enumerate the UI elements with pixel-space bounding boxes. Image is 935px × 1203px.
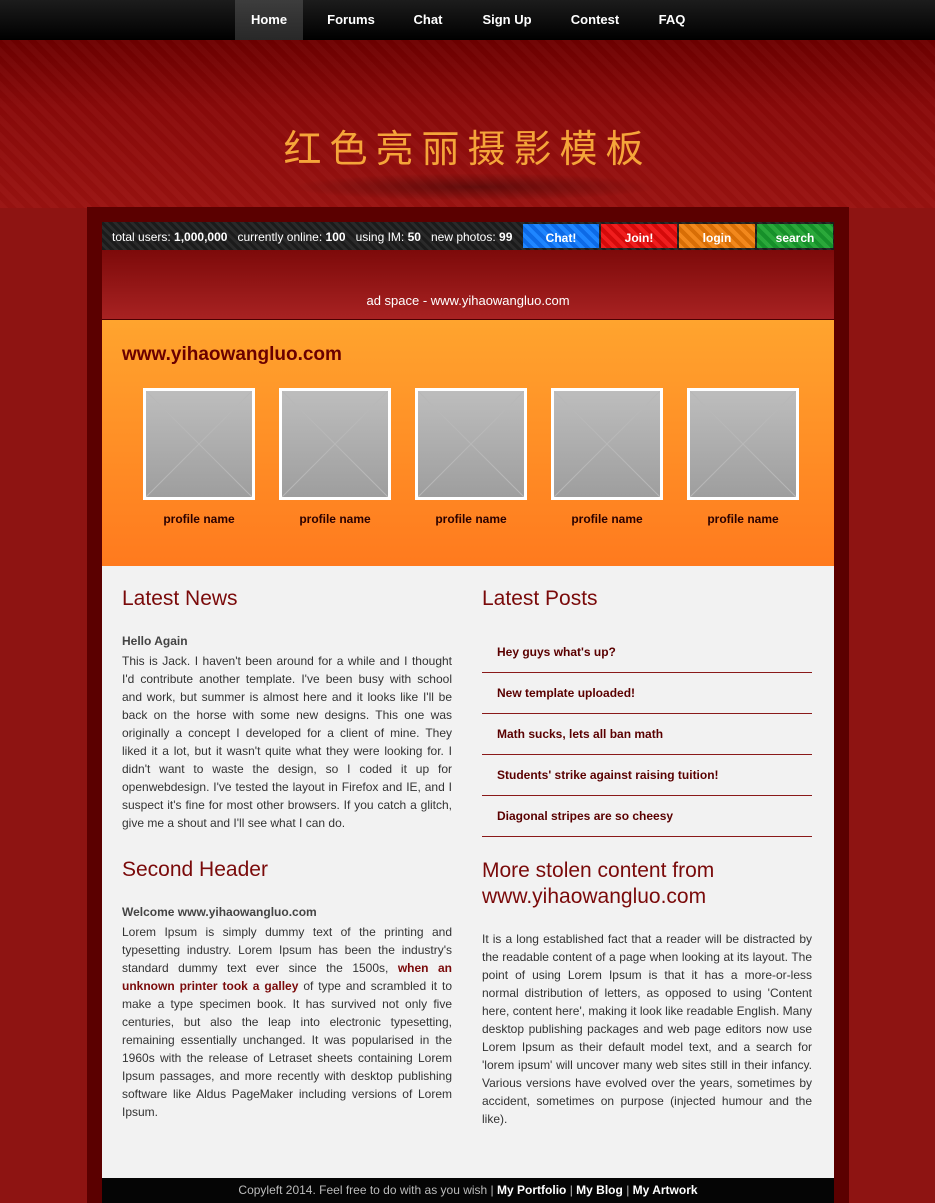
nav-item-chat[interactable]: Chat bbox=[404, 0, 452, 40]
total-users-value: 1,000,000 bbox=[174, 230, 228, 244]
chat-button[interactable]: Chat! bbox=[523, 224, 599, 248]
im-label: using IM: bbox=[355, 230, 405, 244]
online-label: currently online: bbox=[237, 230, 323, 244]
ad-text: ad space - www.yihaowangluo.com bbox=[366, 293, 570, 308]
stats-bar: total users: 1,000,000 currently online:… bbox=[102, 222, 834, 250]
profile-name[interactable]: profile name bbox=[279, 512, 391, 526]
footer-separator: | bbox=[626, 1183, 630, 1197]
profile-name[interactable]: profile name bbox=[551, 512, 663, 526]
footer-separator: | bbox=[569, 1183, 573, 1197]
news-subheading: Hello Again bbox=[122, 634, 188, 648]
nav-item-faq[interactable]: FAQ bbox=[648, 0, 696, 40]
profile-name[interactable]: profile name bbox=[415, 512, 527, 526]
stats-text: total users: 1,000,000 currently online:… bbox=[112, 222, 512, 250]
total-users-label: total users: bbox=[112, 230, 171, 244]
profile-name[interactable]: profile name bbox=[687, 512, 799, 526]
more-content-heading: More stolen content from www.yihaowanglu… bbox=[482, 859, 715, 908]
second-subheading: Welcome www.yihaowangluo.com bbox=[122, 905, 317, 919]
site-header: 红色亮丽摄影模板 bbox=[0, 40, 935, 208]
join-button[interactable]: Join! bbox=[601, 224, 677, 248]
content-area: Latest News Hello Again This is Jack. I … bbox=[102, 566, 834, 1178]
copyright-text: Copyleft 2014. Feel free to do with as y… bbox=[238, 1183, 494, 1197]
latest-posts-heading: Latest Posts bbox=[482, 587, 598, 610]
posts-list: Hey guys what's up? New template uploade… bbox=[482, 632, 812, 837]
footer: Copyleft 2014. Feel free to do with as y… bbox=[102, 1178, 834, 1203]
login-button[interactable]: login bbox=[679, 224, 755, 248]
nav-item-sign-up[interactable]: Sign Up bbox=[473, 0, 541, 40]
post-link[interactable]: Diagonal stripes are so cheesy bbox=[482, 796, 812, 837]
more-content-body: It is a long established fact that a rea… bbox=[482, 932, 812, 1126]
photos-value: 99 bbox=[499, 230, 513, 244]
footer-link-blog[interactable]: My Blog bbox=[576, 1183, 623, 1197]
image-placeholder-icon bbox=[418, 391, 524, 497]
post-link[interactable]: Students' strike against raising tuition… bbox=[482, 755, 812, 796]
profile-thumbnail[interactable] bbox=[143, 388, 255, 500]
image-placeholder-icon bbox=[146, 391, 252, 497]
latest-news-heading: Latest News bbox=[122, 587, 238, 610]
second-body: Lorem Ipsum is simply dummy text of the … bbox=[122, 923, 452, 1121]
profile-card[interactable]: profile name bbox=[415, 388, 527, 526]
profile-card[interactable]: profile name bbox=[687, 388, 799, 526]
photos-label: new photos: bbox=[430, 230, 496, 244]
im-value: 50 bbox=[407, 230, 421, 244]
post-link[interactable]: Hey guys what's up? bbox=[482, 632, 812, 673]
footer-link-artwork[interactable]: My Artwork bbox=[633, 1183, 698, 1197]
site-title: 红色亮丽摄影模板 bbox=[283, 127, 652, 171]
featured-title: www.yihaowangluo.com bbox=[122, 344, 342, 365]
image-placeholder-icon bbox=[282, 391, 388, 497]
profile-thumbnail[interactable] bbox=[415, 388, 527, 500]
profile-card[interactable]: profile name bbox=[279, 388, 391, 526]
nav-item-forums[interactable]: Forums bbox=[318, 0, 384, 40]
footer-link-portfolio[interactable]: My Portfolio bbox=[497, 1183, 566, 1197]
profile-card[interactable]: profile name bbox=[143, 388, 255, 526]
search-button[interactable]: search bbox=[757, 224, 833, 248]
profile-thumbnail[interactable] bbox=[551, 388, 663, 500]
ad-banner[interactable]: ad space - www.yihaowangluo.com bbox=[102, 250, 834, 320]
online-value: 100 bbox=[325, 230, 346, 244]
title-shadow bbox=[290, 173, 660, 201]
post-link[interactable]: Math sucks, lets all ban math bbox=[482, 714, 812, 755]
image-placeholder-icon bbox=[554, 391, 660, 497]
news-body: This is Jack. I haven't been around for … bbox=[122, 654, 452, 830]
second-header-heading: Second Header bbox=[122, 858, 268, 881]
post-link[interactable]: New template uploaded! bbox=[482, 673, 812, 714]
profile-thumbnail[interactable] bbox=[279, 388, 391, 500]
nav-item-contest[interactable]: Contest bbox=[561, 0, 629, 40]
nav-item-home[interactable]: Home bbox=[235, 0, 303, 40]
second-body-text-cont: of type and scrambled it to make a type … bbox=[122, 979, 453, 1119]
profile-card[interactable]: profile name bbox=[551, 388, 663, 526]
profile-thumbnail[interactable] bbox=[687, 388, 799, 500]
image-placeholder-icon bbox=[690, 391, 796, 497]
top-navigation: Home Forums Chat Sign Up Contest FAQ bbox=[0, 0, 935, 41]
featured-profiles: www.yihaowangluo.com profile name profil… bbox=[102, 320, 834, 566]
profile-name[interactable]: profile name bbox=[143, 512, 255, 526]
